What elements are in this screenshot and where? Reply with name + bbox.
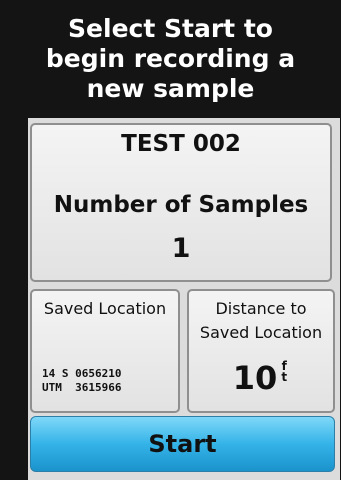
distance-readout: 10 f t — [189, 359, 333, 397]
instruction-header: Select Start to begin recording a new sa… — [28, 0, 313, 118]
instruction-text: Select Start to begin recording a new sa… — [45, 14, 296, 103]
distance-unit-bottom: t — [281, 370, 288, 384]
distance-unit: ft — [279, 360, 289, 384]
distance-field[interactable]: Distance to Saved Location 10 f t — [187, 289, 335, 413]
distance-value: 10 — [232, 359, 278, 397]
sample-name: TEST 002 — [121, 131, 241, 157]
sample-summary-panel: TEST 002 Number of Samples 1 — [30, 123, 332, 282]
samples-count-value: 1 — [171, 233, 191, 264]
saved-location-label: Saved Location — [43, 299, 167, 318]
samples-count-label: Number of Samples — [53, 192, 309, 218]
start-button[interactable]: Start — [30, 416, 335, 472]
distance-label: Distance to Saved Location — [199, 299, 323, 342]
saved-location-coords: 14 S 0656210 UTM 3615966 — [42, 367, 122, 394]
saved-location-field[interactable]: Saved Location 14 S 0656210 UTM 3615966 — [30, 289, 180, 413]
